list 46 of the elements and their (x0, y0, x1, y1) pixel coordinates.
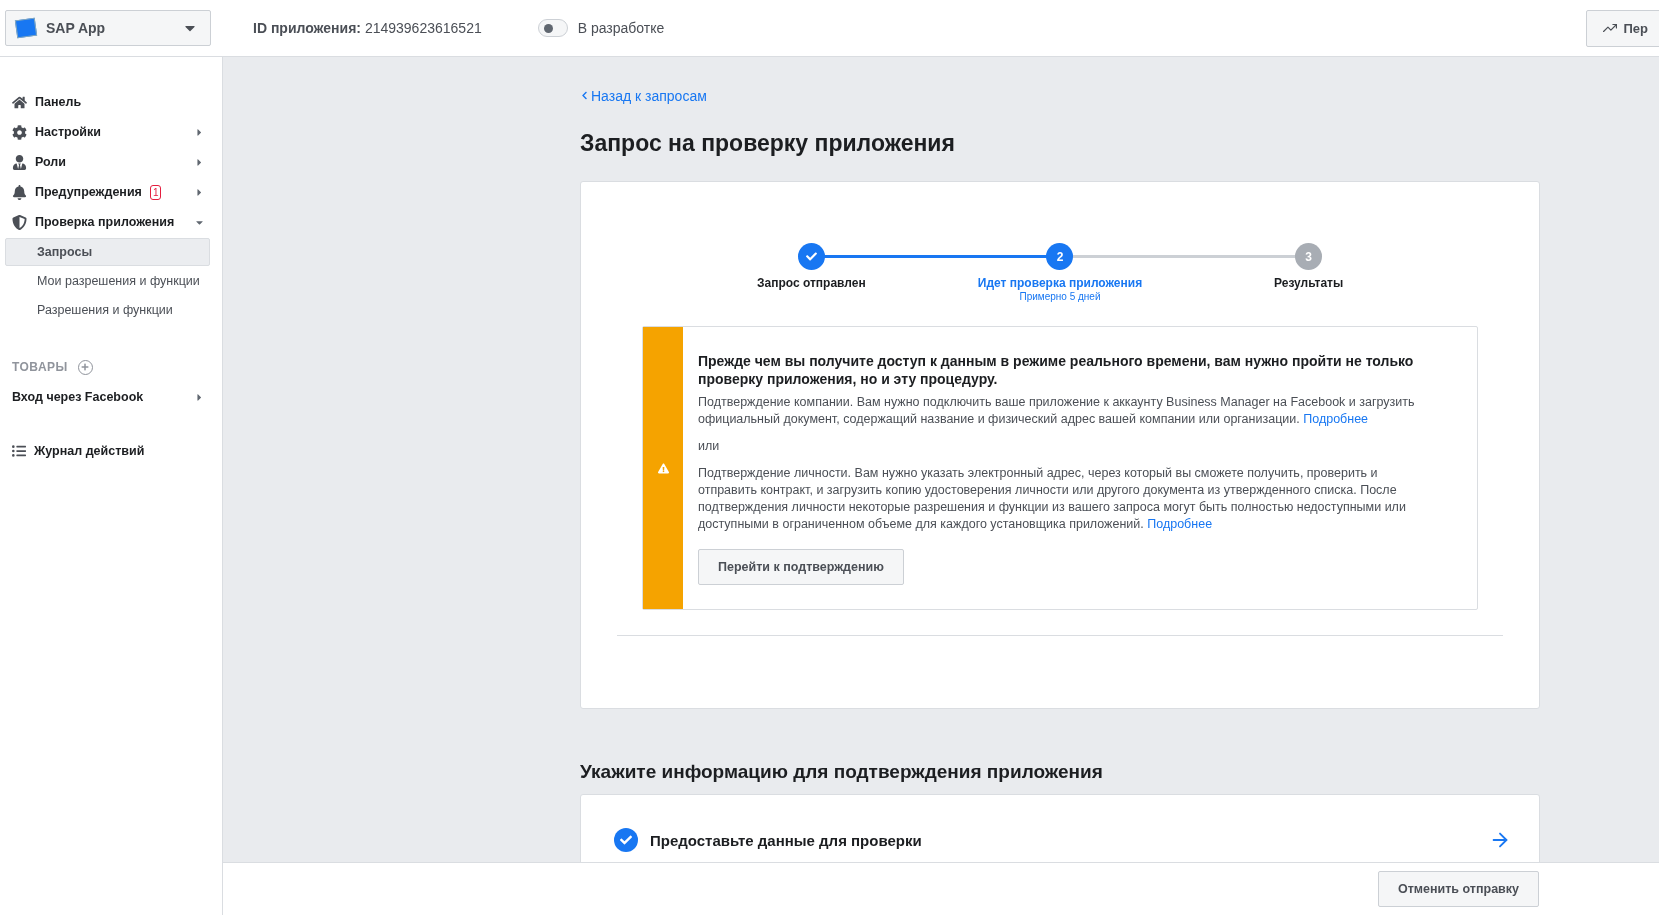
dev-mode-toggle[interactable] (537, 19, 568, 37)
person-icon (12, 154, 27, 170)
more-link[interactable]: Подробнее (1303, 412, 1369, 426)
top-right-button[interactable]: Пер (1586, 9, 1659, 47)
list-icon (12, 444, 26, 458)
step-label: Идет проверка приложения (977, 276, 1143, 290)
sidebar-item[interactable]: Панель (5, 87, 210, 117)
warning-text: или (698, 438, 721, 455)
step-circle: 3 (1295, 243, 1323, 270)
warning-text: Подтверждение компании. Вам нужно подключить ваше приложение к аккаунту Business Manager на Facebook и загрузить официальный документ, содержащий название и физический адрес вашей компании или организации. Подробнее (698, 394, 1416, 428)
products-heading: ТОВАРЫ (12, 360, 68, 374)
sidebar-subitem[interactable]: Разрешения и функции (5, 296, 210, 324)
chevron-icon (580, 91, 589, 100)
sidebar-subitem[interactable]: Запросы (5, 238, 210, 266)
warning-heading: Прежде чем вы получите доступ к данным в режиме реального времени, вам нужно пройти не только проверку приложения, но и эту процедуру. (698, 352, 1415, 388)
sidebar-subitem[interactable]: Мои разрешения и функции (5, 267, 210, 295)
app-logo-icon (14, 17, 38, 39)
sidebar-item[interactable]: Настройки (5, 117, 210, 147)
check-icon (805, 251, 817, 262)
bell-icon (12, 184, 27, 200)
shield-icon (12, 214, 27, 230)
step-circle: 2 (1046, 243, 1074, 270)
cancel-button[interactable]: Отменить отправку (1377, 871, 1539, 907)
alert-count-badge: 1 (149, 184, 162, 200)
back-link[interactable]: Назад к запросам (580, 87, 707, 104)
app-id-text: ID приложения: 214939623616521 (253, 20, 482, 36)
app-selector[interactable]: SAP App (5, 10, 211, 46)
step-label: Запрос отправлен (756, 276, 866, 290)
more-link[interactable]: Подробнее (1147, 517, 1213, 531)
info-item-label: Предоставьте данные для проверки (650, 831, 923, 849)
warning-icon (657, 462, 669, 474)
warning-text: Подтверждение личности. Вам нужно указать электронный адрес, через который вы сможете получить, проверить и отправить контракт, и загрузить копию удостоверения личности или другого документа из утвержденного списка. После подтверждения личности некоторые разрешения и функции из вашего запроса могут быть полностью недоступными или доступными в ограниченном объеме для каждого установщика приложений. Подробнее (698, 465, 1407, 533)
settings-icon (12, 124, 27, 140)
step-label: Результаты (1274, 276, 1344, 290)
dev-mode-label: В разработке (577, 20, 665, 36)
verify-button[interactable]: Перейти к подтверждению (698, 549, 904, 585)
sidebar-item[interactable]: Вход через Facebook (5, 382, 210, 412)
sidebar-item[interactable]: Предупреждения 1 (5, 177, 210, 207)
sidebar-item[interactable]: Журнал действий (5, 436, 210, 466)
page-title: Запрос на проверку приложения (580, 130, 956, 157)
trend-icon (1603, 21, 1618, 35)
sidebar-item[interactable]: Проверка приложения (5, 207, 210, 237)
step-sublabel: Примерно 5 дней (1019, 291, 1101, 302)
sidebar-item[interactable]: Роли (5, 147, 210, 177)
section-heading: Укажите информацию для подтверждения приложения (580, 761, 1104, 783)
home-icon (12, 94, 27, 110)
